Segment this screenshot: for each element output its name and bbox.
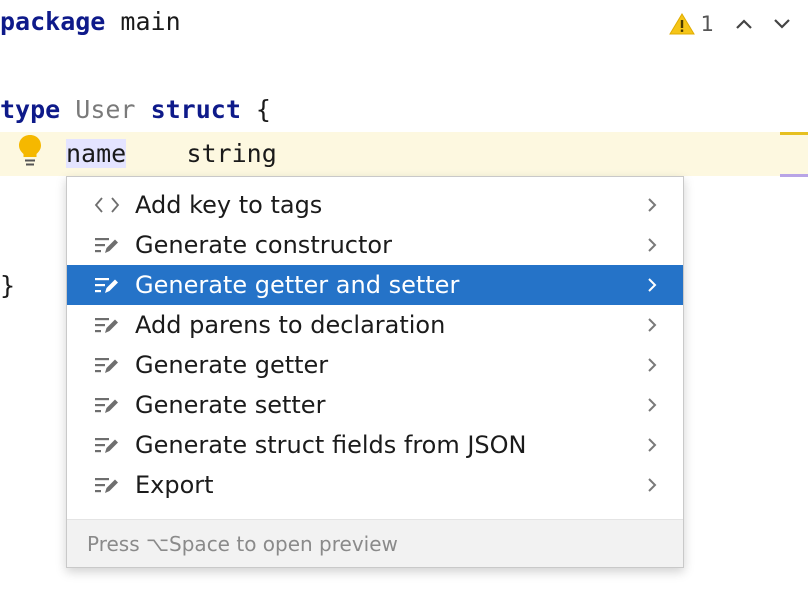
- chevron-down-icon: [774, 19, 790, 29]
- warning-icon[interactable]: [668, 13, 695, 35]
- edit-lines-icon: [95, 318, 118, 333]
- field-spacing: [126, 139, 186, 168]
- edit-lines-icon: [95, 278, 118, 293]
- intention-item-label: Add parens to declaration: [135, 311, 446, 339]
- code-line-1[interactable]: package main: [0, 0, 181, 44]
- code-line-3[interactable]: type User struct {: [0, 88, 271, 132]
- keyword-struct: struct: [150, 95, 241, 124]
- edit-lines-icon: [95, 438, 118, 453]
- chevron-right-icon[interactable]: [645, 356, 659, 374]
- intention-item[interactable]: Add parens to declaration: [67, 305, 683, 345]
- field-name[interactable]: name: [66, 139, 127, 168]
- inspection-widget[interactable]: 1: [668, 6, 796, 42]
- edit-lines-icon: [95, 358, 118, 373]
- prev-highlight-button[interactable]: [730, 10, 758, 38]
- edit-lines-icon: [95, 238, 118, 253]
- intention-item-label: Generate setter: [135, 391, 326, 419]
- code-line-4[interactable]: name string: [0, 132, 277, 176]
- package-name: main: [105, 7, 181, 36]
- chevron-right-icon[interactable]: [645, 316, 659, 334]
- intention-item-label: Export: [135, 471, 214, 499]
- edit-lines-icon: [95, 478, 118, 493]
- angle-brackets-icon: [94, 197, 120, 213]
- intention-item-label: Generate getter and setter: [135, 271, 460, 299]
- keyword-package: package: [0, 7, 106, 36]
- warning-count: 1: [700, 12, 714, 36]
- chevron-right-icon[interactable]: [645, 396, 659, 414]
- keyword-type: type: [0, 95, 61, 124]
- chevron-right-icon[interactable]: [645, 196, 659, 214]
- open-brace: {: [240, 95, 271, 124]
- intention-item[interactable]: Generate getter: [67, 345, 683, 385]
- intention-item[interactable]: Export: [67, 465, 683, 505]
- intention-item[interactable]: Generate getter and setter: [67, 265, 683, 305]
- intention-item-label: Generate struct fields from JSON: [135, 431, 527, 459]
- chevron-right-icon[interactable]: [645, 276, 659, 294]
- popup-footer: Press ⌥Space to open preview: [67, 519, 683, 567]
- type-name: User: [75, 95, 136, 124]
- intention-item[interactable]: Add key to tags: [67, 185, 683, 225]
- intention-item-label: Generate getter: [135, 351, 329, 379]
- close-brace: }: [0, 271, 16, 300]
- caret-stripe-marker: [780, 174, 808, 177]
- field-type: string: [186, 139, 277, 168]
- intention-item-label: Add key to tags: [135, 191, 323, 219]
- intention-item[interactable]: Generate constructor: [67, 225, 683, 265]
- edit-lines-icon: [95, 398, 118, 413]
- intention-item-label: Generate constructor: [135, 231, 392, 259]
- intention-item[interactable]: Generate struct fields from JSON: [67, 425, 683, 465]
- chevron-right-icon[interactable]: [645, 436, 659, 454]
- intention-actions-popup[interactable]: Add key to tags Generate constructor Gener…: [66, 176, 684, 568]
- chevron-right-icon[interactable]: [645, 476, 659, 494]
- intention-list: Add key to tags Generate constructor Gener…: [67, 177, 683, 505]
- chevron-right-icon[interactable]: [645, 236, 659, 254]
- next-highlight-button[interactable]: [768, 10, 796, 38]
- warning-stripe-marker[interactable]: [780, 132, 808, 135]
- chevron-up-icon: [736, 19, 752, 29]
- intention-item[interactable]: Generate setter: [67, 385, 683, 425]
- code-line-6[interactable]: }: [0, 264, 15, 308]
